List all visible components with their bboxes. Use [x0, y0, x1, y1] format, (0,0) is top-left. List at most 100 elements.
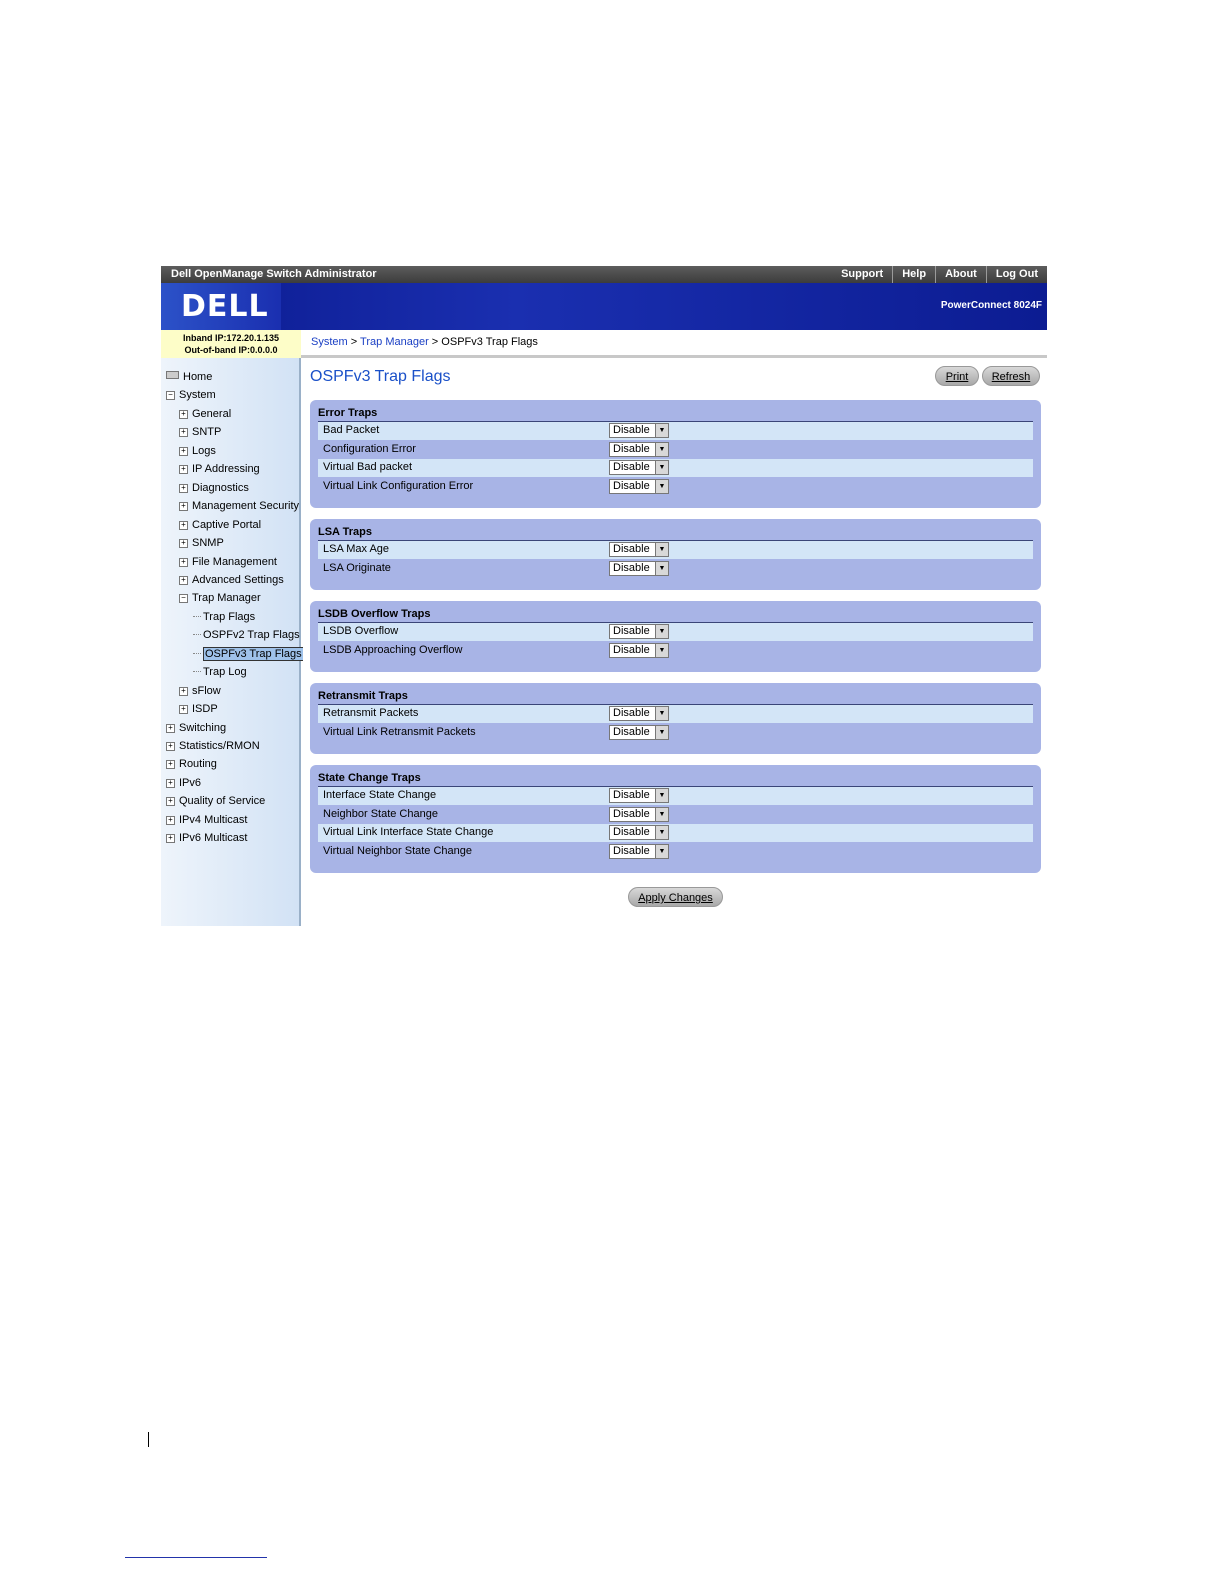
- expand-icon[interactable]: +: [179, 483, 188, 493]
- nav-item-snmp[interactable]: + SNMP: [179, 535, 224, 551]
- dropdown-arrow-icon[interactable]: ▼: [655, 543, 668, 556]
- logout-link[interactable]: Log Out: [985, 266, 1047, 283]
- trap-select-value: Disable: [613, 543, 650, 555]
- expand-icon[interactable]: +: [166, 760, 175, 770]
- trap-label: Virtual Neighbor State Change: [323, 844, 473, 857]
- nav-item-routing[interactable]: + Routing: [166, 756, 217, 772]
- expand-icon[interactable]: +: [179, 446, 188, 456]
- expand-icon[interactable]: +: [179, 428, 188, 438]
- breadcrumb: System > Trap Manager > OSPFv3 Trap Flag…: [301, 330, 1047, 358]
- dropdown-arrow-icon[interactable]: ▼: [655, 442, 668, 456]
- collapse-icon[interactable]: −: [166, 391, 175, 401]
- collapse-icon[interactable]: −: [179, 594, 188, 604]
- expand-icon[interactable]: +: [166, 834, 175, 844]
- nav-item-quality-of-service[interactable]: + Quality of Service: [166, 793, 265, 809]
- top-bar: Dell OpenManage Switch Administrator Sup…: [161, 266, 1047, 283]
- dropdown-arrow-icon[interactable]: ▼: [655, 844, 668, 858]
- section-lsdb-overflow-traps: LSDB Overflow Traps LSDB Overflow Disable ▼…: [310, 601, 1041, 672]
- breadcrumb-system[interactable]: System: [311, 336, 348, 348]
- dropdown-arrow-icon[interactable]: ▼: [655, 643, 668, 657]
- nav-item-system[interactable]: − System: [166, 387, 216, 403]
- expand-icon[interactable]: +: [179, 465, 188, 475]
- nav-item-ipv4-multicast[interactable]: + IPv4 Multicast: [166, 812, 247, 828]
- trap-select[interactable]: Disable ▼: [609, 423, 669, 438]
- trap-select[interactable]: Disable ▼: [609, 441, 669, 457]
- dropdown-arrow-icon[interactable]: ▼: [655, 725, 668, 739]
- dropdown-arrow-icon[interactable]: ▼: [655, 826, 668, 839]
- print-button[interactable]: Print: [935, 366, 979, 386]
- help-link[interactable]: Help: [892, 266, 935, 283]
- nav-item-ip-addressing[interactable]: + IP Addressing: [179, 461, 260, 477]
- nav-item-sntp[interactable]: + SNTP: [179, 424, 221, 440]
- nav-item-file-management[interactable]: + File Management: [179, 554, 277, 570]
- trap-select[interactable]: Disable ▼: [609, 542, 669, 557]
- nav-item-captive-portal[interactable]: + Captive Portal: [179, 517, 261, 533]
- nav-item-trap-flags[interactable]: Trap Flags: [193, 609, 255, 625]
- dropdown-arrow-icon[interactable]: ▼: [655, 479, 668, 493]
- support-link[interactable]: Support: [832, 266, 892, 283]
- nav-item-label: Routing: [179, 758, 217, 771]
- trap-select[interactable]: Disable ▼: [609, 806, 669, 822]
- nav-item-trap-manager[interactable]: − Trap Manager: [179, 590, 261, 606]
- trap-label: Virtual Link Configuration Error: [323, 479, 474, 492]
- section-title: Retransmit Traps: [318, 690, 408, 702]
- nav-item-advanced-settings[interactable]: + Advanced Settings: [179, 572, 284, 588]
- apply-changes-button[interactable]: Apply Changes: [628, 887, 723, 907]
- expand-icon[interactable]: +: [166, 815, 175, 825]
- trap-select[interactable]: Disable ▼: [609, 560, 669, 576]
- refresh-button[interactable]: Refresh: [982, 366, 1040, 386]
- nav-item-switching[interactable]: + Switching: [166, 720, 226, 736]
- tree-connector: [193, 634, 201, 636]
- nav-item-ipv6-multicast[interactable]: + IPv6 Multicast: [166, 830, 247, 846]
- trap-select[interactable]: Disable ▼: [609, 843, 669, 859]
- expand-icon[interactable]: +: [179, 539, 188, 549]
- trap-select[interactable]: Disable ▼: [609, 624, 669, 639]
- expand-icon[interactable]: +: [166, 778, 175, 788]
- dropdown-arrow-icon[interactable]: ▼: [655, 461, 668, 474]
- breadcrumb-trap-manager[interactable]: Trap Manager: [360, 336, 429, 348]
- dropdown-arrow-icon[interactable]: ▼: [655, 625, 668, 638]
- nav-item-ospfv2-trap-flags[interactable]: OSPFv2 Trap Flags: [193, 627, 300, 643]
- trap-select[interactable]: Disable ▼: [609, 706, 669, 721]
- inband-ip: Inband IP:172.20.1.135: [182, 333, 280, 343]
- about-link[interactable]: About: [935, 266, 986, 283]
- nav-item-statistics-rmon[interactable]: + Statistics/RMON: [166, 738, 260, 754]
- trap-select[interactable]: Disable ▼: [609, 478, 669, 494]
- page-marker: [148, 1432, 149, 1447]
- nav-item-ipv6[interactable]: + IPv6: [166, 775, 201, 791]
- nav-item-trap-log[interactable]: Trap Log: [193, 664, 247, 680]
- expand-icon[interactable]: +: [179, 686, 188, 696]
- nav-item-isdp[interactable]: + ISDP: [179, 701, 218, 717]
- dropdown-arrow-icon[interactable]: ▼: [655, 789, 668, 802]
- trap-row: LSDB Approaching Overflow Disable ▼: [318, 641, 1033, 660]
- nav-item-ospfv3-trap-flags[interactable]: OSPFv3 Trap Flags: [193, 646, 304, 662]
- expand-icon[interactable]: +: [166, 723, 175, 733]
- trap-row: LSA Max Age Disable ▼: [318, 541, 1033, 559]
- trap-select[interactable]: Disable ▼: [609, 460, 669, 475]
- nav-item-sflow[interactable]: + sFlow: [179, 683, 221, 699]
- nav-tree: Home − System + General + SNTP + Logs + IP Address…: [161, 358, 304, 926]
- dropdown-arrow-icon[interactable]: ▼: [655, 424, 668, 437]
- dropdown-arrow-icon[interactable]: ▼: [655, 707, 668, 720]
- expand-icon[interactable]: +: [179, 520, 188, 530]
- nav-item-logs[interactable]: + Logs: [179, 443, 216, 459]
- trap-select[interactable]: Disable ▼: [609, 788, 669, 803]
- expand-icon[interactable]: +: [179, 557, 188, 567]
- expand-icon[interactable]: +: [179, 409, 188, 419]
- nav-item-management-security[interactable]: + Management Security: [179, 498, 299, 514]
- nav-item-home[interactable]: Home: [166, 369, 212, 385]
- trap-select[interactable]: Disable ▼: [609, 724, 669, 740]
- expand-icon[interactable]: +: [179, 502, 188, 512]
- footer-rule: [125, 1557, 267, 1558]
- dropdown-arrow-icon[interactable]: ▼: [655, 561, 668, 575]
- expand-icon[interactable]: +: [179, 575, 188, 585]
- trap-select[interactable]: Disable ▼: [609, 642, 669, 658]
- dropdown-arrow-icon[interactable]: ▼: [655, 807, 668, 821]
- trap-select[interactable]: Disable ▼: [609, 825, 669, 840]
- section-title: LSDB Overflow Traps: [318, 608, 431, 620]
- nav-item-diagnostics[interactable]: + Diagnostics: [179, 480, 249, 496]
- nav-item-general[interactable]: + General: [179, 406, 231, 422]
- expand-icon[interactable]: +: [166, 742, 175, 751]
- expand-icon[interactable]: +: [166, 797, 175, 807]
- expand-icon[interactable]: +: [179, 705, 188, 715]
